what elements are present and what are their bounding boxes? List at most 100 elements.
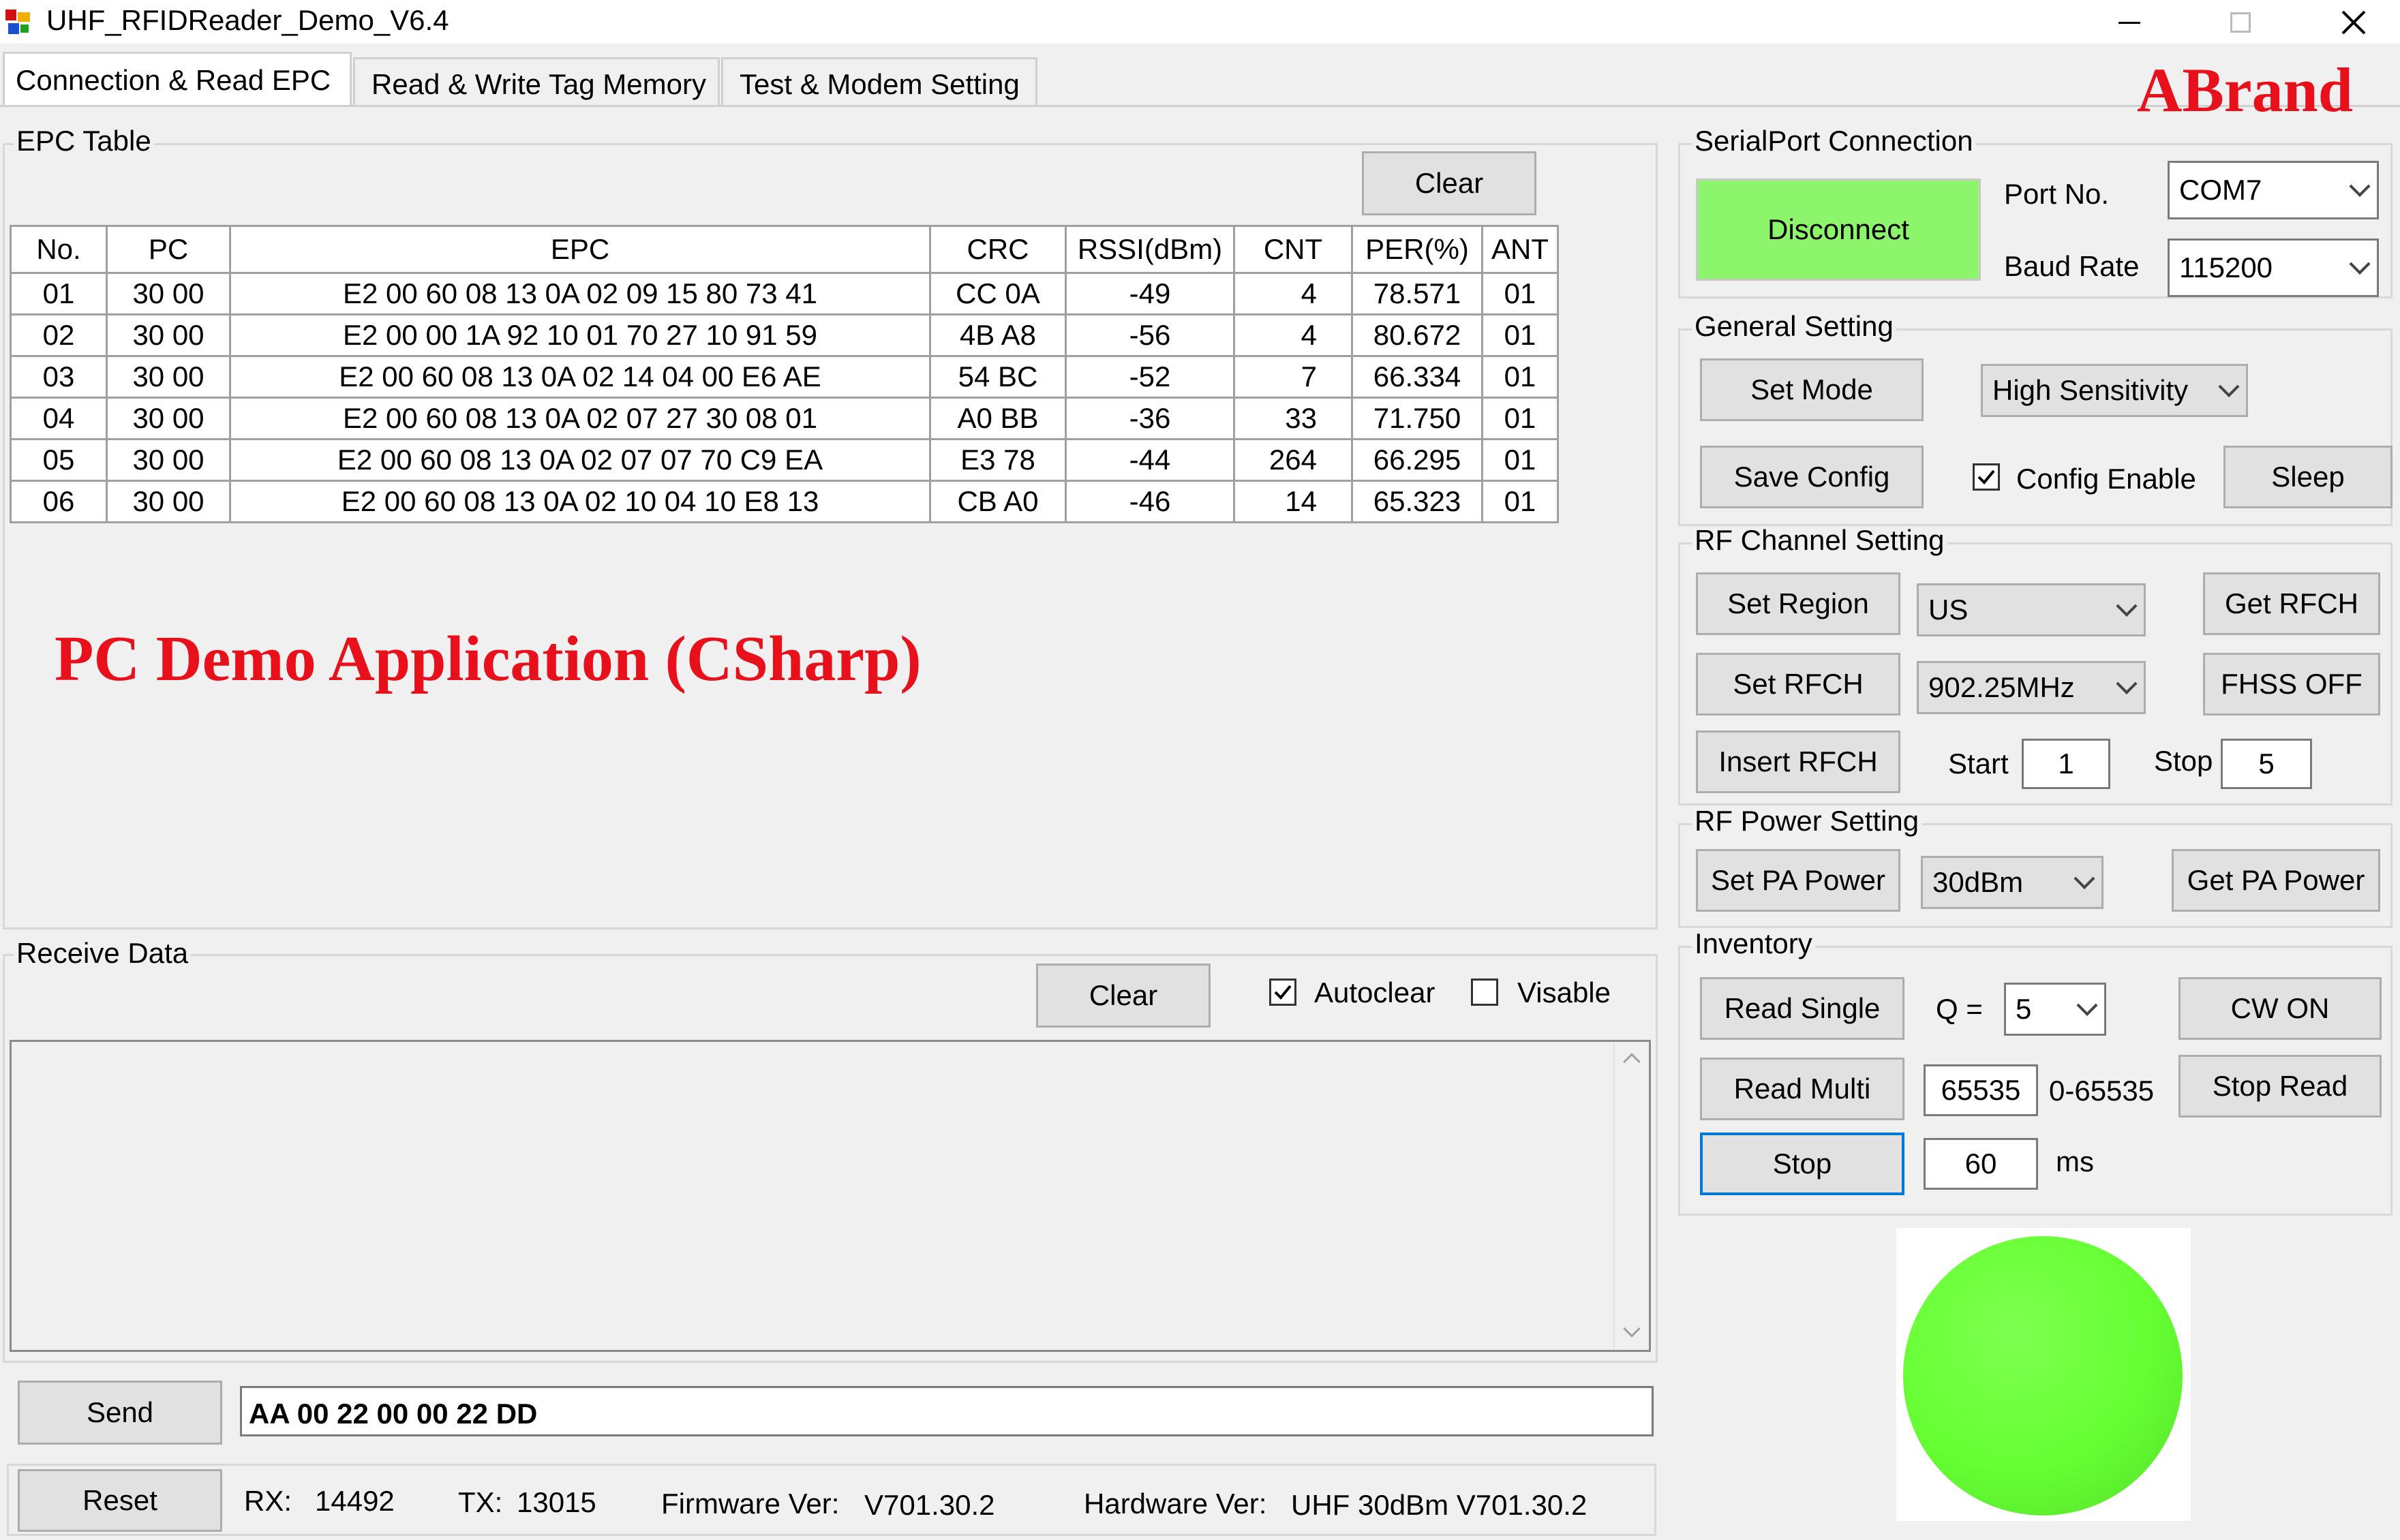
- cell-per: 80.672: [1351, 313, 1483, 357]
- rfch-value: 902.25MHz: [1928, 671, 2075, 703]
- tab-read-write-memory[interactable]: Read & Write Tag Memory: [353, 57, 720, 106]
- mode-select[interactable]: High Sensitivity: [1981, 364, 2248, 417]
- q-value: 5: [2016, 993, 2032, 1025]
- cell-rssi: -44: [1065, 438, 1235, 482]
- visable-checkbox[interactable]: [1471, 979, 1498, 1006]
- cell-ant: 01: [1481, 272, 1559, 315]
- table-row[interactable]: 01 30 00 E2 00 60 08 13 0A 02 09 15 80 7…: [10, 272, 1559, 315]
- minimize-icon[interactable]: [2113, 7, 2147, 38]
- cell-ant: 01: [1481, 480, 1559, 523]
- baud-select[interactable]: 115200: [2168, 238, 2379, 297]
- set-region-button[interactable]: Set Region: [1696, 572, 1900, 635]
- region-value: US: [1928, 594, 1969, 626]
- scroll-up-icon[interactable]: [1623, 1053, 1641, 1071]
- cell-ant: 01: [1481, 313, 1559, 357]
- tab-test-modem-setting[interactable]: Test & Modem Setting: [721, 57, 1037, 106]
- cell-ant: 01: [1481, 397, 1559, 440]
- cell-crc: A0 BB: [929, 397, 1067, 440]
- config-enable-checkbox[interactable]: [1973, 463, 2000, 491]
- get-rfch-button[interactable]: Get RFCH: [2203, 572, 2380, 635]
- cell-no: 05: [10, 438, 108, 482]
- column-header[interactable]: RSSI(dBm): [1065, 225, 1235, 274]
- tx-label: TX:: [458, 1486, 503, 1518]
- stop-button[interactable]: Stop: [1700, 1133, 1904, 1195]
- receive-data-textarea[interactable]: [10, 1040, 1651, 1352]
- insert-rfch-button[interactable]: Insert RFCH: [1696, 730, 1900, 793]
- pa-power-select[interactable]: 30dBm: [1921, 856, 2103, 909]
- hardware-value: UHF 30dBm V701.30.2: [1291, 1489, 1588, 1521]
- visable-label[interactable]: Visable: [1517, 979, 1611, 1007]
- table-row[interactable]: 06 30 00 E2 00 60 08 13 0A 02 10 04 10 E…: [10, 480, 1559, 523]
- cell-crc: CB A0: [929, 480, 1067, 523]
- maximize-icon[interactable]: [2223, 7, 2258, 38]
- read-multi-button[interactable]: Read Multi: [1700, 1058, 1904, 1120]
- epc-clear-button[interactable]: Clear: [1362, 151, 1536, 215]
- get-pa-power-button[interactable]: Get PA Power: [2172, 849, 2380, 912]
- cell-epc: E2 00 60 08 13 0A 02 09 15 80 73 41: [229, 272, 931, 315]
- receive-clear-button[interactable]: Clear: [1036, 964, 1211, 1028]
- app-icon: [4, 8, 31, 35]
- cell-cnt: 7: [1233, 355, 1353, 399]
- column-header[interactable]: EPC: [229, 225, 931, 274]
- read-single-button[interactable]: Read Single: [1700, 977, 1904, 1040]
- table-row[interactable]: 04 30 00 E2 00 60 08 13 0A 02 07 27 30 0…: [10, 397, 1559, 440]
- read-multi-count-input[interactable]: 65535: [1924, 1064, 2038, 1116]
- cell-pc: 30 00: [106, 397, 231, 440]
- interval-input[interactable]: 60: [1924, 1138, 2038, 1190]
- config-enable-label[interactable]: Config Enable: [2016, 465, 2196, 493]
- table-row[interactable]: 02 30 00 E2 00 00 1A 92 10 01 70 27 10 9…: [10, 313, 1559, 357]
- cell-pc: 30 00: [106, 272, 231, 315]
- vertical-scrollbar[interactable]: [1613, 1042, 1649, 1350]
- tab-connection-read-epc[interactable]: Connection & Read EPC: [3, 52, 352, 106]
- column-header[interactable]: PER(%): [1351, 225, 1483, 274]
- cell-ant: 01: [1481, 438, 1559, 482]
- autoclear-label[interactable]: Autoclear: [1314, 979, 1435, 1007]
- cell-no: 02: [10, 313, 108, 357]
- set-pa-power-button[interactable]: Set PA Power: [1696, 849, 1900, 912]
- cell-crc: 4B A8: [929, 313, 1067, 357]
- cell-crc: CC 0A: [929, 272, 1067, 315]
- set-mode-button[interactable]: Set Mode: [1700, 358, 1924, 421]
- send-button[interactable]: Send: [18, 1381, 222, 1445]
- pa-power-value: 30dBm: [1932, 866, 2024, 898]
- tab-label: Test & Modem Setting: [740, 68, 1020, 100]
- stop-channel-input[interactable]: 5: [2221, 739, 2312, 789]
- tab-label: Read & Write Tag Memory: [371, 68, 706, 100]
- column-header[interactable]: CRC: [929, 225, 1067, 274]
- sleep-button[interactable]: Sleep: [2223, 446, 2393, 508]
- stop-label: Stop: [2154, 745, 2213, 777]
- fhss-off-button[interactable]: FHSS OFF: [2203, 653, 2380, 715]
- stop-read-button[interactable]: Stop Read: [2178, 1055, 2382, 1118]
- q-select[interactable]: 5: [2004, 983, 2106, 1036]
- column-header[interactable]: ANT: [1481, 225, 1559, 274]
- reset-button[interactable]: Reset: [18, 1469, 222, 1532]
- baud-value: 115200: [2179, 251, 2273, 283]
- cell-epc: E2 00 60 08 13 0A 02 14 04 00 E6 AE: [229, 355, 931, 399]
- status-indicator-light: [1903, 1236, 2183, 1515]
- start-channel-input[interactable]: 1: [2022, 739, 2110, 789]
- chevron-down-icon: [2116, 673, 2138, 695]
- region-select[interactable]: US: [1917, 583, 2146, 636]
- autoclear-checkbox[interactable]: [1269, 979, 1296, 1006]
- cell-per: 78.571: [1351, 272, 1483, 315]
- hardware-label: Hardware Ver:: [1084, 1488, 1267, 1520]
- send-data-input[interactable]: AA 00 22 00 00 22 DD: [240, 1386, 1654, 1436]
- table-row[interactable]: 03 30 00 E2 00 60 08 13 0A 02 14 04 00 E…: [10, 355, 1559, 399]
- cw-on-button[interactable]: CW ON: [2178, 977, 2382, 1040]
- set-rfch-button[interactable]: Set RFCH: [1696, 653, 1900, 715]
- port-select[interactable]: COM7: [2168, 161, 2379, 219]
- cell-pc: 30 00: [106, 480, 231, 523]
- column-header[interactable]: PC: [106, 225, 231, 274]
- save-config-button[interactable]: Save Config: [1700, 446, 1924, 508]
- cell-per: 66.334: [1351, 355, 1483, 399]
- column-header[interactable]: No.: [10, 225, 108, 274]
- scroll-down-icon[interactable]: [1623, 1320, 1641, 1338]
- cell-no: 01: [10, 272, 108, 315]
- cell-pc: 30 00: [106, 313, 231, 357]
- disconnect-button[interactable]: Disconnect: [1696, 179, 1981, 281]
- cell-epc: E2 00 60 08 13 0A 02 07 07 70 C9 EA: [229, 438, 931, 482]
- rfch-select[interactable]: 902.25MHz: [1917, 661, 2146, 714]
- column-header[interactable]: CNT: [1233, 225, 1353, 274]
- table-row[interactable]: 05 30 00 E2 00 60 08 13 0A 02 07 07 70 C…: [10, 438, 1559, 482]
- close-icon[interactable]: [2337, 5, 2371, 40]
